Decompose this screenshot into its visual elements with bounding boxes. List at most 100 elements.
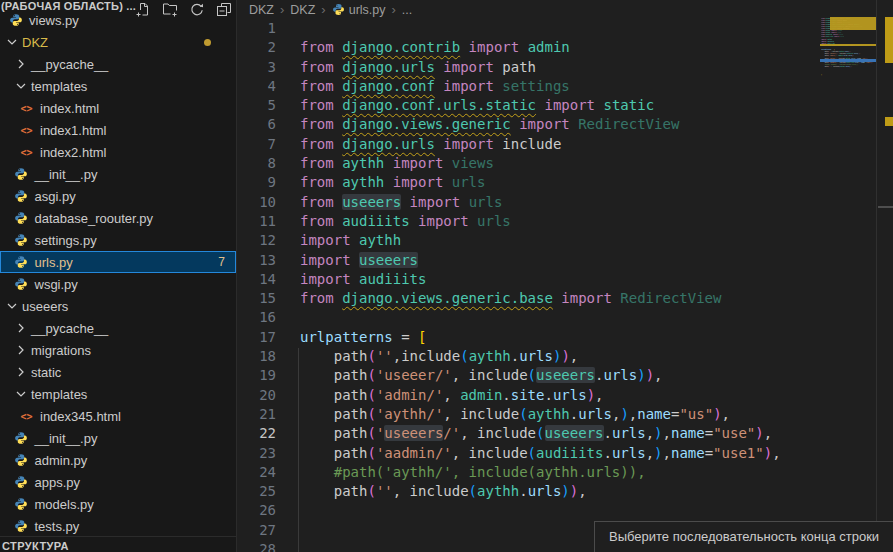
line-number-1[interactable]: 1: [238, 19, 276, 38]
code-line-2[interactable]: from django.contrib import admin: [300, 38, 781, 57]
tree-file-asgi.py[interactable]: asgi.py: [0, 185, 236, 207]
problems-badge: 7: [218, 255, 225, 269]
tree-file-settings.py[interactable]: settings.py: [0, 229, 236, 251]
minimap[interactable]: from django.contrib import adminfrom dja…: [820, 0, 877, 552]
code-line-1[interactable]: [300, 19, 781, 38]
code-line-15[interactable]: from django.views.generic.base import Re…: [300, 289, 781, 308]
python-file-icon: [14, 233, 29, 248]
code-line-9[interactable]: from aythh import urls: [300, 173, 781, 192]
code-line-8[interactable]: from aythh import views: [300, 154, 781, 173]
line-number-12[interactable]: 12: [238, 231, 276, 250]
tree-folder-templates[interactable]: templates: [0, 75, 236, 97]
tree-file-urls.py[interactable]: urls.py7: [0, 251, 236, 273]
line-number-2[interactable]: 2: [238, 38, 276, 57]
tree-item-label: settings.py: [35, 233, 97, 248]
tree-folder-migrations[interactable]: migrations: [0, 339, 236, 361]
code-line-4[interactable]: from django.conf import settings: [300, 77, 781, 96]
breadcrumb-separator: ›: [392, 3, 396, 16]
tree-file-index.html[interactable]: <>index.html: [0, 97, 236, 119]
line-number-15[interactable]: 15: [238, 289, 276, 308]
code-line-20[interactable]: path('admin/', admin.site.urls),: [300, 386, 781, 405]
scrollbar-slider-edge: [878, 206, 893, 208]
code-line-22[interactable]: path('useeers/', include(useeers.urls,),…: [300, 424, 781, 443]
tree-file-__init__.py[interactable]: __init__.py: [0, 163, 236, 185]
code-line-14[interactable]: import audiiits: [300, 270, 781, 289]
code-line-24[interactable]: #path('aythh/', include(aythh.urls)),: [300, 463, 781, 482]
line-number-10[interactable]: 10: [238, 193, 276, 212]
tree-file-wsgi.py[interactable]: wsgi.py: [0, 273, 236, 295]
line-number-26[interactable]: 26: [238, 501, 276, 520]
python-file-icon: [332, 3, 349, 17]
tree-file-models.py[interactable]: models.py: [0, 493, 236, 515]
line-number-14[interactable]: 14: [238, 270, 276, 289]
line-number-6[interactable]: 6: [238, 115, 276, 134]
tree-item-label: __pycache__: [31, 57, 108, 72]
code-line-6[interactable]: from django.views.generic import Redirec…: [300, 115, 781, 134]
code-line-3[interactable]: from django.urls import path: [300, 58, 781, 77]
line-number-9[interactable]: 9: [238, 173, 276, 192]
line-number-8[interactable]: 8: [238, 154, 276, 173]
tree-item-label: index.html: [40, 101, 99, 116]
code-line-11[interactable]: from audiiits import urls: [300, 212, 781, 231]
line-number-27[interactable]: 27: [238, 521, 276, 540]
tree-folder-__pycache__[interactable]: __pycache__: [0, 53, 236, 75]
code-line-5[interactable]: from django.conf.urls.static import stat…: [300, 96, 781, 115]
code-line-25[interactable]: path('', include(aythh.urls)),: [300, 482, 781, 501]
code-editor[interactable]: from django.contrib import adminfrom dja…: [300, 19, 781, 552]
line-number-13[interactable]: 13: [238, 251, 276, 270]
line-number-22[interactable]: 22: [238, 424, 276, 443]
code-line-16[interactable]: [300, 308, 781, 327]
python-file-icon: [14, 519, 29, 534]
code-line-12[interactable]: import aythh: [300, 231, 781, 250]
line-number-16[interactable]: 16: [238, 308, 276, 327]
chevron-down-icon: [13, 78, 29, 94]
breadcrumb-item-DKZ[interactable]: DKZ: [290, 3, 315, 17]
line-number-23[interactable]: 23: [238, 444, 276, 463]
line-number-4[interactable]: 4: [238, 77, 276, 96]
breadcrumb-item-urls.py[interactable]: urls.py: [332, 3, 386, 17]
tree-file-index2.html[interactable]: <>index2.html: [0, 141, 236, 163]
line-number-24[interactable]: 24: [238, 463, 276, 482]
tree-file-admin.py[interactable]: admin.py: [0, 449, 236, 471]
line-number-20[interactable]: 20: [238, 386, 276, 405]
python-file-icon: [14, 277, 29, 292]
code-line-26[interactable]: [300, 501, 781, 520]
tree-item-label: database_roouter.py: [35, 211, 154, 226]
outline-section-header[interactable]: СТРУКТУРА: [0, 536, 236, 552]
tree-file-database_roouter.py[interactable]: database_roouter.py: [0, 207, 236, 229]
breadcrumb-separator: ›: [280, 3, 284, 16]
code-line-17[interactable]: urlpatterns = [: [300, 328, 781, 347]
line-number-25[interactable]: 25: [238, 482, 276, 501]
tree-file-__init__.py[interactable]: __init__.py: [0, 427, 236, 449]
line-number-19[interactable]: 19: [238, 366, 276, 385]
tree-file-views.py[interactable]: views.py: [0, 9, 236, 31]
code-line-18[interactable]: path('',include(aythh.urls)),: [300, 347, 781, 366]
tree-folder-__pycache__[interactable]: __pycache__: [0, 317, 236, 339]
line-number-17[interactable]: 17: [238, 328, 276, 347]
tree-folder-useeers[interactable]: useeers: [0, 295, 236, 317]
breadcrumb-item-DKZ[interactable]: DKZ: [249, 3, 274, 17]
line-number-3[interactable]: 3: [238, 58, 276, 77]
line-number-21[interactable]: 21: [238, 405, 276, 424]
tree-folder-DKZ[interactable]: DKZ: [0, 31, 236, 53]
code-line-10[interactable]: from useeers import urls: [300, 193, 781, 212]
tree-file-index1.html[interactable]: <>index1.html: [0, 119, 236, 141]
tree-file-index345.html[interactable]: <>index345.html: [0, 405, 236, 427]
chevron-right-icon: [13, 364, 29, 380]
code-line-21[interactable]: path('aythh/', include(aythh.urls,),name…: [300, 405, 781, 424]
line-number-28[interactable]: 28: [238, 540, 276, 552]
line-number-7[interactable]: 7: [238, 135, 276, 154]
breadcrumb-item-...[interactable]: ...: [402, 3, 412, 17]
tree-file-tests.py[interactable]: tests.py: [0, 515, 236, 537]
line-number-18[interactable]: 18: [238, 347, 276, 366]
tree-folder-templates[interactable]: templates: [0, 383, 236, 405]
line-number-5[interactable]: 5: [238, 96, 276, 115]
code-line-23[interactable]: path('aadmin/', include(audiiits.urls,),…: [300, 444, 781, 463]
code-line-7[interactable]: from django.urls import include: [300, 135, 781, 154]
scrollbar-overview-ruler[interactable]: [876, 0, 893, 552]
tree-folder-static[interactable]: static: [0, 361, 236, 383]
code-line-19[interactable]: path('useeer/', include(useeers.urls)),: [300, 366, 781, 385]
line-number-11[interactable]: 11: [238, 212, 276, 231]
code-line-13[interactable]: import useeers: [300, 251, 781, 270]
tree-file-apps.py[interactable]: apps.py: [0, 471, 236, 493]
